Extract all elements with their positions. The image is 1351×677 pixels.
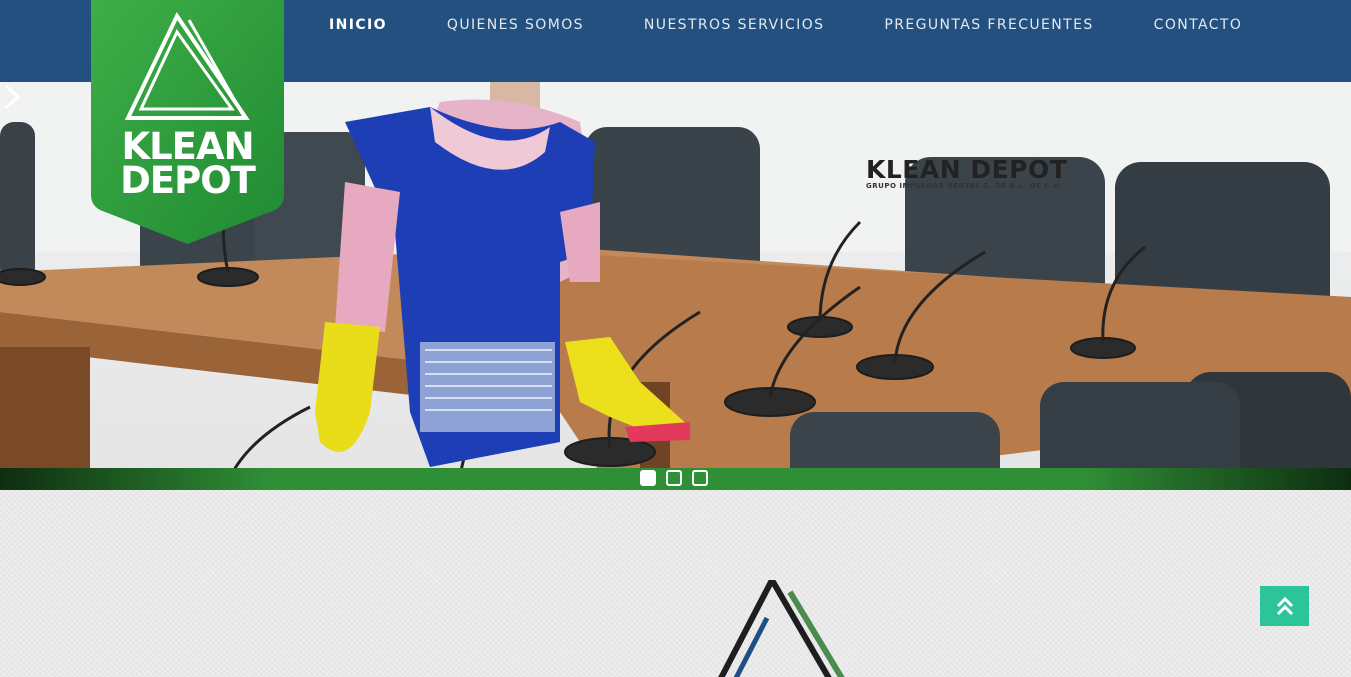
double-chevron-up-icon: [1276, 596, 1293, 616]
main-nav: INICIO QUIENES SOMOS NUESTROS SERVICIOS …: [299, 0, 1272, 50]
content-section: [0, 490, 1351, 677]
nav-item-nuestros-servicios[interactable]: NUESTROS SERVICIOS: [614, 17, 855, 33]
slider-dot-1[interactable]: [640, 470, 656, 486]
logo-text-line2: DEPOT: [120, 159, 256, 202]
klean-depot-triangle-icon: [718, 580, 845, 677]
site-logo[interactable]: KLEAN DEPOT: [91, 0, 284, 245]
triangle-logo-icon: [124, 11, 250, 120]
slider-bottom-bar: [0, 468, 1351, 490]
nav-item-inicio[interactable]: INICIO: [299, 17, 417, 33]
brand-title: KLEAN DEPOT: [866, 155, 1068, 184]
scroll-to-top-button[interactable]: [1260, 586, 1309, 626]
slider-dot-2[interactable]: [666, 470, 682, 486]
nav-item-contacto[interactable]: CONTACTO: [1124, 17, 1273, 33]
brand-subtitle: GRUPO IMPULSOR RENTAL S. DE R.L. DE C.V.: [866, 182, 1062, 190]
chevron-right-icon[interactable]: [0, 82, 24, 112]
slider-dot-3[interactable]: [692, 470, 708, 486]
nav-item-preguntas-frecuentes[interactable]: PREGUNTAS FRECUENTES: [854, 17, 1123, 33]
nav-item-quienes-somos[interactable]: QUIENES SOMOS: [417, 17, 614, 33]
slider-pagination: [640, 470, 708, 486]
